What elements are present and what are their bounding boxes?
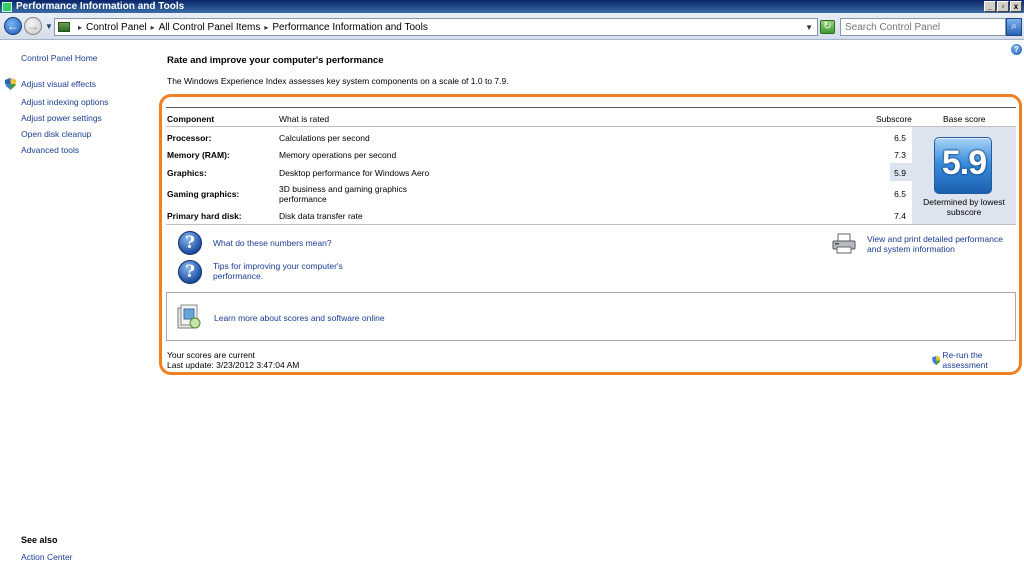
view-print-details-link[interactable]: View and print detailed performance and … [867, 234, 1017, 254]
tips-improving-link[interactable]: Tips for improving your computer's perfo… [213, 261, 353, 281]
row-disk-subscore: 7.4 [894, 211, 906, 221]
row-gaming-desc: 3D business and gaming graphics performa… [279, 184, 408, 204]
sidebar-item-advanced-tools[interactable]: Advanced tools [21, 145, 79, 155]
rerun-assessment-label: Re-run the assessment [942, 350, 988, 370]
maximize-button[interactable]: ▫ [997, 1, 1009, 12]
question-icon[interactable]: ? [178, 231, 202, 255]
search-icon[interactable]: ⌕ [1006, 18, 1022, 36]
header-base-score: Base score [943, 114, 986, 124]
control-panel-icon [58, 22, 70, 32]
scores-current-text: Your scores are current [167, 350, 256, 360]
row-graphics-label: Graphics: [167, 168, 207, 178]
row-disk-desc: Disk data transfer rate [279, 211, 363, 221]
header-component: Component [167, 114, 215, 124]
base-score-value: 5.9 [941, 144, 987, 182]
row-disk-label: Primary hard disk: [167, 211, 242, 221]
header-subscore: Subscore [876, 114, 912, 124]
back-button[interactable]: ← [4, 17, 22, 35]
sidebar-item-indexing[interactable]: Adjust indexing options [21, 97, 108, 107]
page-description: The Windows Experience Index assesses ke… [167, 76, 509, 86]
learn-more-box: Learn more about scores and software onl… [166, 292, 1016, 341]
software-box-icon [177, 304, 201, 329]
see-also-heading: See also [21, 535, 58, 545]
address-field[interactable]: ▸ Control Panel ▸ All Control Panel Item… [54, 18, 818, 36]
learn-more-link[interactable]: Learn more about scores and software onl… [214, 313, 385, 323]
title-bar: Performance Information and Tools _ ▫ x [0, 0, 1024, 13]
printer-icon[interactable] [831, 233, 857, 255]
row-processor-desc: Calculations per second [279, 133, 370, 143]
row-memory-subscore: 7.3 [894, 150, 906, 160]
base-score-panel: 5.9 Determined by lowest subscore [912, 127, 1016, 224]
close-button[interactable]: x [1010, 1, 1022, 12]
table-header: Component What is rated Subscore Base sc… [166, 107, 1016, 127]
breadcrumb-arrow-icon[interactable]: ▸ [151, 23, 155, 32]
what-numbers-mean-link[interactable]: What do these numbers mean? [213, 238, 332, 248]
sidebar-item-visual-effects[interactable]: Adjust visual effects [21, 79, 96, 89]
base-score-caption: Determined by lowest subscore [923, 197, 1005, 217]
breadcrumb-arrow-icon[interactable]: ▸ [78, 23, 82, 32]
uac-shield-icon [932, 355, 941, 365]
recent-pages-dropdown-icon[interactable]: ▼ [45, 22, 53, 31]
sidebar-item-disk-cleanup[interactable]: Open disk cleanup [21, 129, 91, 139]
last-update-text: Last update: 3/23/2012 3:47:04 AM [167, 360, 300, 370]
help-icon[interactable]: ? [1011, 44, 1022, 55]
uac-shield-icon [5, 78, 16, 90]
sidebar-item-action-center[interactable]: Action Center [21, 552, 73, 562]
row-graphics-desc: Desktop performance for Windows Aero [279, 168, 430, 178]
row-gaming-label: Gaming graphics: [167, 189, 240, 199]
window-title: Performance Information and Tools [16, 1, 185, 12]
row-gaming-subscore: 6.5 [894, 189, 906, 199]
row-processor-subscore: 6.5 [894, 133, 906, 143]
breadcrumb-arrow-icon[interactable]: ▸ [264, 23, 268, 32]
breadcrumb-control-panel[interactable]: Control Panel [86, 22, 147, 33]
sidebar-home-link[interactable]: Control Panel Home [21, 53, 98, 63]
page-title: Rate and improve your computer's perform… [167, 55, 384, 66]
address-dropdown-icon[interactable]: ▼ [805, 23, 813, 32]
breadcrumb-performance[interactable]: Performance Information and Tools [272, 22, 427, 33]
minimize-button[interactable]: _ [984, 1, 996, 12]
refresh-button[interactable]: ↻ [820, 20, 835, 34]
address-bar: ← → ▼ ▸ Control Panel ▸ All Control Pane… [0, 13, 1024, 40]
row-processor-label: Processor: [167, 133, 212, 143]
app-icon [2, 1, 12, 12]
row-memory-desc: Memory operations per second [279, 150, 397, 160]
header-what-is-rated: What is rated [279, 114, 330, 124]
breadcrumb-all-items[interactable]: All Control Panel Items [159, 22, 261, 33]
sidebar-item-power[interactable]: Adjust power settings [21, 113, 102, 123]
row-graphics-subscore: 5.9 [894, 168, 906, 178]
table-divider [166, 224, 1016, 225]
search-input[interactable] [840, 18, 1006, 36]
scores-status: Your scores are current Last update: 3/2… [167, 350, 299, 370]
question-icon[interactable]: ? [178, 260, 202, 284]
forward-button[interactable]: → [24, 17, 42, 35]
sidebar: Control Panel Home Adjust visual effects… [0, 41, 155, 576]
row-memory-label: Memory (RAM): [167, 150, 230, 160]
base-score-tile: 5.9 [934, 137, 992, 194]
rerun-assessment-button[interactable]: Re-run the assessment [932, 350, 1016, 370]
